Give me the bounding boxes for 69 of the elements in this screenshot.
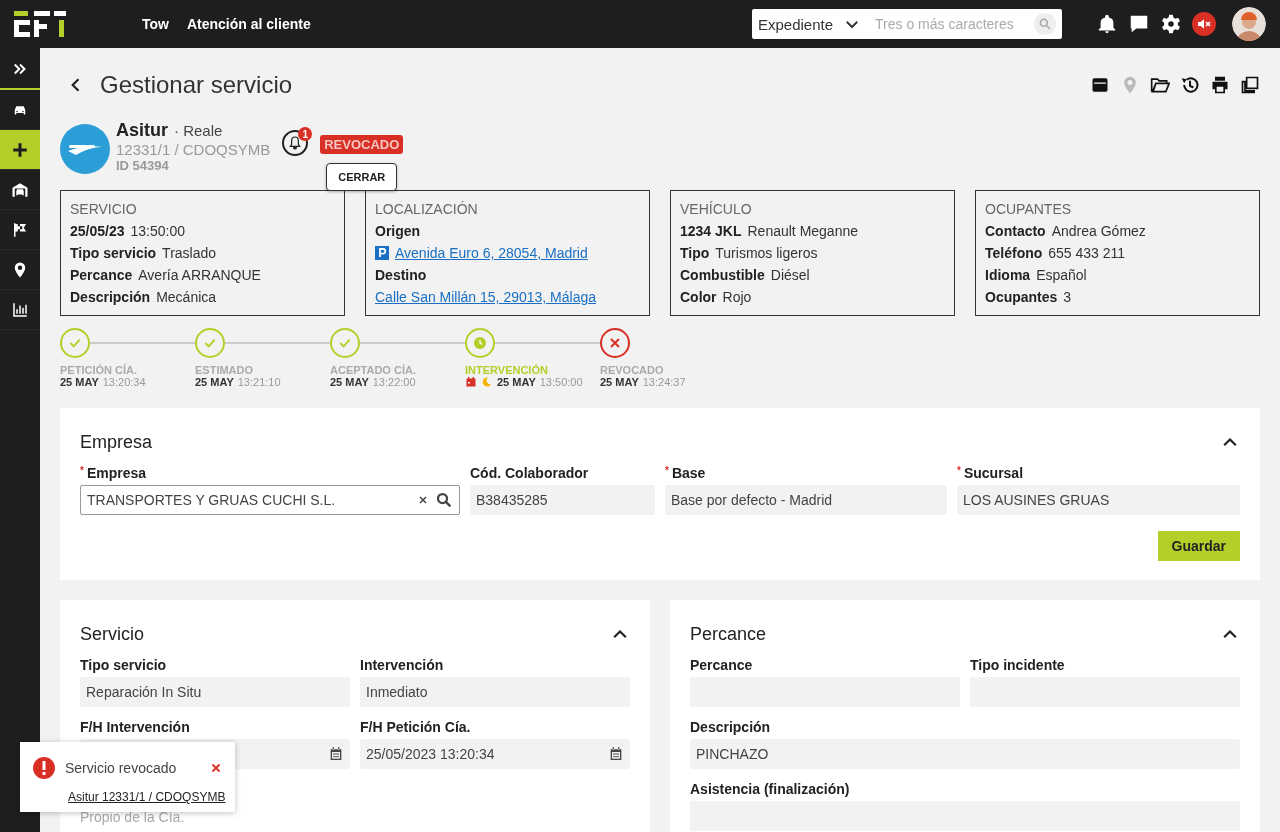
field-label: Descripción xyxy=(690,719,772,735)
step-date: 25 MAY xyxy=(60,376,99,388)
card-title: LOCALIZACIÓN xyxy=(375,201,479,217)
field-label: Tipo servicio xyxy=(80,657,168,673)
step-label: ACEPTADO CÍA. xyxy=(330,364,417,376)
reference-number: 12331/1 / CDOQSYMB xyxy=(116,141,271,158)
field-label: Teléfono xyxy=(985,245,1043,261)
field-label: Contacto xyxy=(985,223,1046,239)
field-label: Idioma xyxy=(985,267,1031,283)
panel-title: Servicio xyxy=(80,623,145,645)
panel-title: Percance xyxy=(690,623,767,645)
field-label: Tipo xyxy=(680,245,710,261)
field-label: * Empresa xyxy=(80,465,148,481)
step-date: 25 MAY xyxy=(195,376,234,388)
field-value: Turismos ligeros xyxy=(715,245,818,261)
field-value: 655 433 211 xyxy=(1048,245,1126,261)
step-time: 13:22:00 xyxy=(372,376,416,388)
field-label: Asistencia (finalización) xyxy=(690,781,851,797)
step-date: 25 MAY xyxy=(330,376,369,388)
field-value: Renault Meganne xyxy=(747,223,858,239)
step-time: 13:50:00 xyxy=(539,376,583,388)
panel-title: Empresa xyxy=(80,431,153,453)
step-label: REVOCADO xyxy=(600,364,665,376)
card-title: SERVICIO xyxy=(70,201,138,217)
step-time: 13:24:37 xyxy=(642,376,686,388)
field-value: Diésel xyxy=(770,267,810,283)
field-label: * Sucursal xyxy=(957,465,1025,481)
toast-message: Servicio revocado xyxy=(65,760,178,776)
page-title: Gestionar servicio xyxy=(100,71,293,99)
field-value: 13:50:00 xyxy=(130,223,185,239)
field-value: Español xyxy=(1036,267,1087,283)
card-title: OCUPANTES xyxy=(985,201,1073,217)
field-value: Rojo xyxy=(722,289,752,305)
client-name: Asitur xyxy=(116,120,168,140)
service-id: ID 54394 xyxy=(116,158,170,173)
step-time: 13:21:10 xyxy=(237,376,281,388)
field-label: 25/05/23 xyxy=(70,223,125,239)
card-title: VEHÍCULO xyxy=(680,201,753,217)
field-label: 1234 JKL xyxy=(680,223,742,239)
field-label: Destino xyxy=(375,267,427,283)
field-label: Cód. Colaborador xyxy=(470,465,590,481)
insurer-name: · Reale xyxy=(174,122,223,139)
tooltip: CERRAR xyxy=(326,163,398,191)
field-value: Andrea Gómez xyxy=(1051,223,1146,239)
field-label: F/H Petición Cía. xyxy=(360,719,472,735)
field-value: Avería ARRANQUE xyxy=(138,267,261,283)
field-label: Percance xyxy=(690,657,754,673)
field-label: F/H Intervención xyxy=(80,719,191,735)
field-label: Origen xyxy=(375,223,421,239)
field-label: Combustible xyxy=(680,267,765,283)
field-label: Descripción xyxy=(70,289,151,305)
step-time: 13:20:34 xyxy=(102,376,146,388)
field-label: * Base xyxy=(665,465,707,481)
notification-badge: 1 xyxy=(298,127,313,141)
field-label: Percance xyxy=(70,267,133,283)
step-label: ESTIMADO xyxy=(195,364,255,376)
step-date: 25 MAY xyxy=(497,376,536,388)
field-value: 3 xyxy=(1063,289,1072,305)
field-value: Propio de la Cía. xyxy=(80,809,186,825)
field-label: Tipo servicio xyxy=(70,245,157,261)
step-label: INTERVENCIÓN xyxy=(465,364,549,376)
field-value: Mecánica xyxy=(156,289,217,305)
step-date: 25 MAY xyxy=(600,376,639,388)
step-label: PETICIÓN CÍA. xyxy=(60,364,138,376)
field-label: Ocupantes xyxy=(985,289,1058,305)
field-label: Intervención xyxy=(360,657,445,673)
field-value: Traslado xyxy=(162,245,217,261)
field-label: Color xyxy=(680,289,717,305)
field-label: Tipo incidente xyxy=(970,657,1066,673)
